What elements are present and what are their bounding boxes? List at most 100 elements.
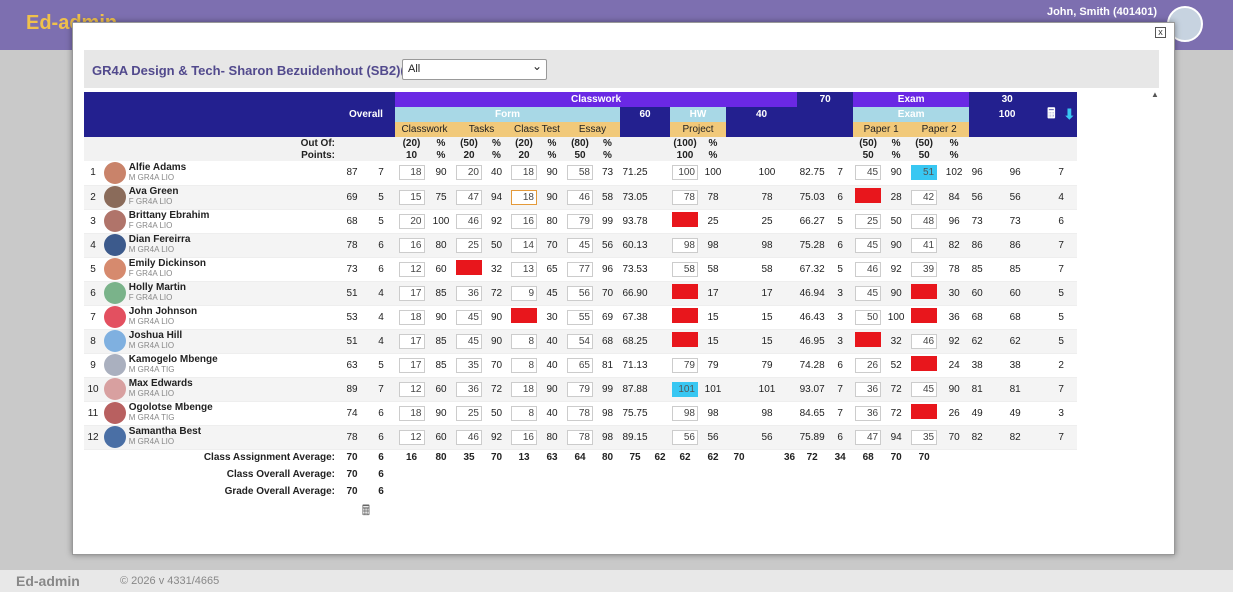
- score-input[interactable]: 16: [398, 237, 425, 253]
- score-input[interactable]: 100: [672, 165, 698, 181]
- score-input[interactable]: 42: [911, 189, 938, 205]
- score-input[interactable]: 45: [855, 237, 882, 253]
- student-cell[interactable]: Alfie Adams M GR4A LIO: [102, 161, 337, 186]
- filter-select[interactable]: All: [402, 59, 547, 80]
- score-input[interactable]: [672, 308, 698, 323]
- score-input[interactable]: 8: [511, 333, 537, 349]
- score-input[interactable]: 39: [911, 261, 938, 277]
- score-input[interactable]: [672, 284, 698, 299]
- download-icon[interactable]: ⬇: [1064, 106, 1076, 123]
- score-input[interactable]: 45: [855, 165, 882, 181]
- score-input[interactable]: 47: [456, 189, 482, 205]
- score-input[interactable]: 79: [672, 357, 698, 373]
- score-input[interactable]: [672, 332, 698, 347]
- score-input[interactable]: 98: [672, 237, 698, 253]
- student-cell[interactable]: Ava Green F GR4A LIO: [102, 185, 337, 210]
- score-input[interactable]: [456, 260, 482, 275]
- score-input[interactable]: 35: [456, 357, 482, 373]
- score-input[interactable]: 65: [567, 357, 593, 373]
- score-input[interactable]: 18: [398, 165, 425, 181]
- score-input[interactable]: 45: [456, 309, 482, 325]
- score-input[interactable]: 36: [456, 285, 482, 301]
- score-input[interactable]: 14: [511, 237, 537, 253]
- user-name[interactable]: John, Smith (401401): [1047, 6, 1157, 18]
- calculator-icon[interactable]: 🖩: [1047, 103, 1055, 127]
- score-input[interactable]: [911, 356, 938, 371]
- score-input[interactable]: 45: [855, 285, 882, 301]
- student-cell[interactable]: Dian Fereirra M GR4A LIO: [102, 233, 337, 258]
- score-input[interactable]: 55: [567, 309, 593, 325]
- student-cell[interactable]: Max Edwards M GR4A LIO: [102, 377, 337, 402]
- score-input[interactable]: 78: [672, 189, 698, 205]
- score-input[interactable]: 15: [398, 189, 425, 205]
- score-input[interactable]: [672, 212, 698, 227]
- student-name[interactable]: John Johnson: [129, 306, 197, 317]
- score-input[interactable]: 46: [567, 189, 593, 205]
- score-input[interactable]: 56: [672, 429, 698, 445]
- score-input[interactable]: 56: [567, 285, 593, 301]
- score-input[interactable]: 20: [398, 213, 425, 229]
- calculator-icon[interactable]: 🖩: [362, 502, 370, 518]
- score-input[interactable]: [911, 404, 938, 419]
- score-input[interactable]: 45: [567, 237, 593, 253]
- student-name[interactable]: Joshua Hill: [129, 330, 182, 341]
- student-cell[interactable]: John Johnson M GR4A LIO: [102, 305, 337, 330]
- student-name[interactable]: Kamogelo Mbenge: [129, 354, 218, 365]
- student-name[interactable]: Emily Dickinson: [129, 258, 206, 269]
- score-input[interactable]: 54: [567, 333, 593, 349]
- score-input[interactable]: 101: [672, 381, 698, 397]
- score-input[interactable]: 26: [855, 357, 882, 373]
- score-input[interactable]: 79: [567, 213, 593, 229]
- student-cell[interactable]: Brittany Ebrahim F GR4A LIO: [102, 209, 337, 234]
- score-input[interactable]: 25: [456, 237, 482, 253]
- score-input[interactable]: 9: [511, 285, 537, 301]
- student-cell[interactable]: Ogolotse Mbenge M GR4A TIG: [102, 401, 337, 426]
- score-input[interactable]: [911, 284, 938, 299]
- score-input[interactable]: 35: [911, 429, 938, 445]
- score-input[interactable]: 17: [398, 357, 425, 373]
- score-input[interactable]: 8: [511, 405, 537, 421]
- score-input[interactable]: 58: [567, 165, 593, 181]
- score-input[interactable]: 17: [398, 285, 425, 301]
- close-icon[interactable]: x: [1155, 27, 1166, 38]
- score-input[interactable]: 46: [855, 261, 882, 277]
- score-input[interactable]: 25: [855, 213, 882, 229]
- score-input[interactable]: [511, 308, 537, 323]
- score-input[interactable]: 36: [855, 405, 882, 421]
- score-input[interactable]: 46: [456, 429, 482, 445]
- student-name[interactable]: Ogolotse Mbenge: [129, 402, 213, 413]
- score-input[interactable]: 41: [911, 237, 938, 253]
- score-input[interactable]: 12: [398, 261, 425, 277]
- score-input[interactable]: 13: [511, 261, 537, 277]
- score-input[interactable]: 78: [567, 429, 593, 445]
- score-input[interactable]: 8: [511, 357, 537, 373]
- score-input[interactable]: 50: [855, 309, 882, 325]
- student-cell[interactable]: Kamogelo Mbenge M GR4A TIG: [102, 353, 337, 378]
- score-input[interactable]: 18: [511, 189, 537, 205]
- score-input[interactable]: 18: [511, 165, 537, 181]
- score-input[interactable]: 20: [456, 165, 482, 181]
- score-input[interactable]: 12: [398, 381, 425, 397]
- student-cell[interactable]: Samantha Best M GR4A LIO: [102, 425, 337, 450]
- score-input[interactable]: 16: [511, 429, 537, 445]
- score-input[interactable]: 79: [567, 381, 593, 397]
- student-name[interactable]: Alfie Adams: [129, 162, 186, 173]
- score-input[interactable]: 17: [398, 333, 425, 349]
- student-cell[interactable]: Joshua Hill M GR4A LIO: [102, 329, 337, 354]
- score-input[interactable]: 18: [511, 381, 537, 397]
- score-input[interactable]: 51: [911, 165, 938, 181]
- score-input[interactable]: 46: [456, 213, 482, 229]
- student-cell[interactable]: Emily Dickinson F GR4A LIO: [102, 257, 337, 282]
- score-input[interactable]: [855, 332, 882, 347]
- score-input[interactable]: 12: [398, 429, 425, 445]
- student-name[interactable]: Dian Fereirra: [129, 234, 191, 245]
- score-input[interactable]: 18: [398, 405, 425, 421]
- score-input[interactable]: 48: [911, 213, 938, 229]
- score-input[interactable]: [911, 308, 938, 323]
- score-input[interactable]: 78: [567, 405, 593, 421]
- score-input[interactable]: 18: [398, 309, 425, 325]
- score-input[interactable]: 45: [911, 381, 938, 397]
- score-input[interactable]: 16: [511, 213, 537, 229]
- student-name[interactable]: Holly Martin: [129, 282, 186, 293]
- score-input[interactable]: 36: [456, 381, 482, 397]
